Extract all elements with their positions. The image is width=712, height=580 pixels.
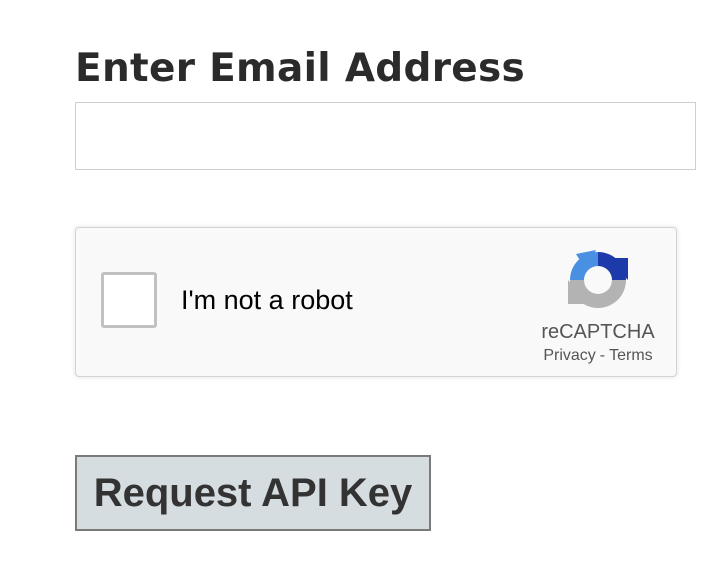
recaptcha-logo-icon bbox=[568, 250, 628, 308]
recaptcha-checkbox[interactable] bbox=[101, 272, 157, 328]
recaptcha-brand-text: reCAPTCHA bbox=[541, 321, 655, 343]
recaptcha-widget: I'm not a robot reCAPTCHA Privacy - Terms bbox=[75, 227, 677, 377]
recaptcha-links: Privacy - Terms bbox=[521, 346, 675, 366]
api-key-request-page: Enter Email Address I'm not a robot reCA… bbox=[0, 0, 712, 580]
recaptcha-checkbox-label: I'm not a robot bbox=[181, 285, 353, 315]
email-field-label: Enter Email Address bbox=[75, 46, 526, 91]
link-separator: - bbox=[599, 347, 606, 364]
terms-link[interactable]: Terms bbox=[609, 347, 653, 364]
privacy-link[interactable]: Privacy bbox=[543, 347, 595, 364]
request-api-key-button[interactable]: Request API Key bbox=[75, 455, 431, 531]
email-field[interactable] bbox=[75, 102, 696, 170]
